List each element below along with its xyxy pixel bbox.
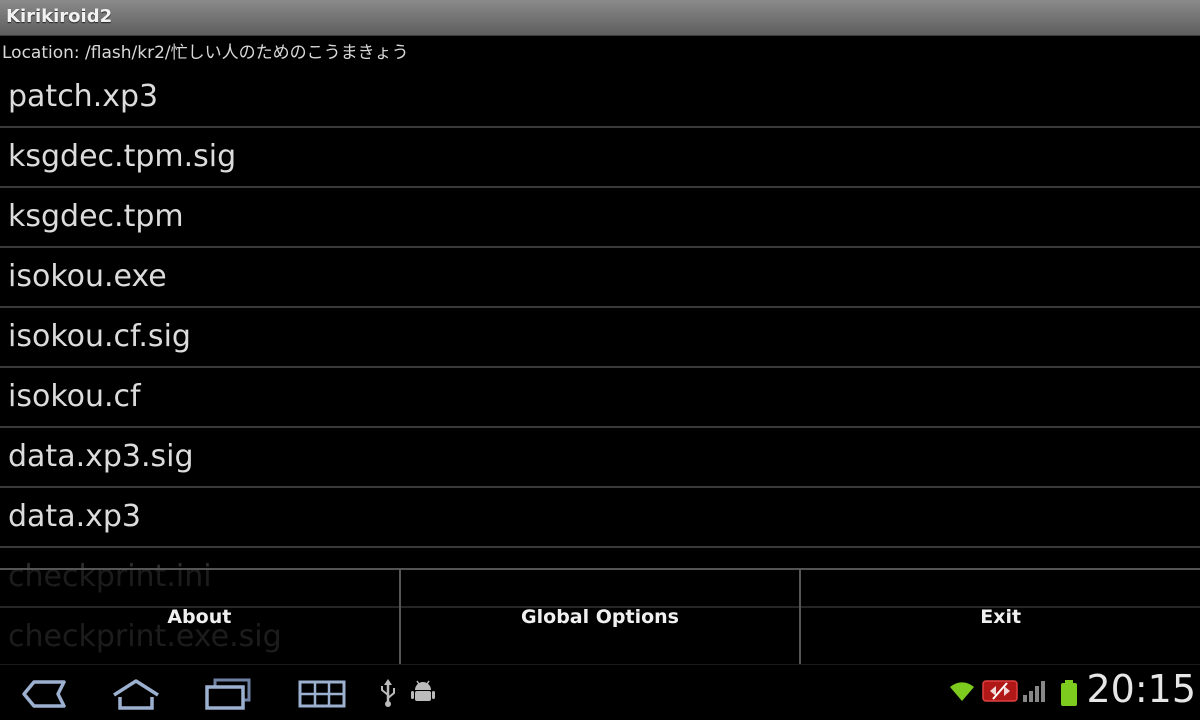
usb-icon	[378, 679, 398, 707]
home-icon[interactable]	[104, 675, 168, 713]
battery-icon	[1058, 679, 1080, 707]
file-item[interactable]: isokou.cf.sig	[0, 308, 1200, 368]
options-menu: About Global Options Exit	[0, 568, 1200, 664]
file-item[interactable]: patch.xp3	[0, 68, 1200, 128]
app-screen: Kirikiroid2 Location: /flash/kr2/忙しい人のため…	[0, 0, 1200, 720]
file-item[interactable]: ksgdec.tpm	[0, 188, 1200, 248]
menu-icon[interactable]	[290, 675, 354, 713]
file-item[interactable]: ksgdec.tpm.sig	[0, 128, 1200, 188]
title-bar: Kirikiroid2	[0, 0, 1200, 36]
about-button[interactable]: About	[0, 570, 399, 664]
signal-icon	[1022, 679, 1048, 703]
clock: 20:15	[1086, 667, 1196, 711]
alert-icon	[982, 679, 1018, 705]
wifi-icon	[948, 679, 976, 703]
exit-label: Exit	[980, 606, 1022, 628]
file-item[interactable]: isokou.cf	[0, 368, 1200, 428]
file-item[interactable]: isokou.exe	[0, 248, 1200, 308]
file-item[interactable]: data.xp3	[0, 488, 1200, 548]
app-title: Kirikiroid2	[6, 6, 113, 27]
file-name: ksgdec.tpm	[8, 199, 184, 234]
back-icon[interactable]	[12, 675, 76, 713]
about-label: About	[167, 606, 232, 628]
recent-apps-icon[interactable]	[196, 675, 260, 713]
system-bar: 20:15	[0, 664, 1200, 720]
location-path: Location: /flash/kr2/忙しい人のためのこうまきょう	[2, 43, 409, 63]
file-name: isokou.cf.sig	[8, 319, 191, 354]
file-name: isokou.cf	[8, 379, 141, 414]
file-name: isokou.exe	[8, 259, 167, 294]
file-name: data.xp3.sig	[8, 439, 194, 474]
exit-button[interactable]: Exit	[799, 570, 1200, 664]
file-item[interactable]: data.xp3.sig	[0, 428, 1200, 488]
file-name: ksgdec.tpm.sig	[8, 139, 237, 174]
file-name: patch.xp3	[8, 79, 159, 114]
global-options-button[interactable]: Global Options	[398, 570, 800, 664]
global-options-label: Global Options	[521, 606, 679, 628]
android-debug-icon	[410, 679, 436, 705]
file-name: data.xp3	[8, 499, 141, 534]
